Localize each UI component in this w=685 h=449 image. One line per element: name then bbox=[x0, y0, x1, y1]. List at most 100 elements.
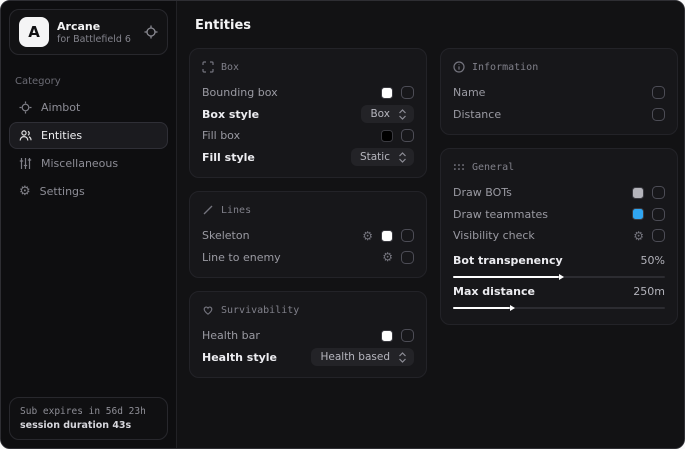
box-corners-icon bbox=[202, 61, 214, 73]
sidebar-item-settings[interactable]: ⚙ Settings bbox=[9, 178, 168, 205]
panel-survivability: Survivability Health bar Health style He… bbox=[189, 291, 427, 378]
panel-title: Box bbox=[221, 62, 239, 73]
setting-label: Line to enemy bbox=[202, 251, 281, 264]
checkbox[interactable] bbox=[652, 208, 665, 221]
sidebar-item-entities[interactable]: Entities bbox=[9, 122, 168, 149]
box-style-dropdown[interactable]: Box bbox=[361, 105, 414, 123]
page-title: Entities bbox=[195, 18, 678, 33]
setting-row-draw-bots: Draw BOTs bbox=[453, 182, 665, 204]
checkbox[interactable] bbox=[401, 251, 414, 264]
color-swatch[interactable] bbox=[381, 330, 393, 342]
checkbox[interactable] bbox=[652, 186, 665, 199]
app-meta: Arcane for Battlefield 6 bbox=[57, 20, 131, 45]
setting-label: Draw BOTs bbox=[453, 186, 512, 199]
grid-dots-icon bbox=[453, 161, 465, 173]
setting-label: Health style bbox=[202, 351, 277, 364]
setting-label: Bounding box bbox=[202, 86, 278, 99]
slider-value: 250m bbox=[633, 285, 665, 298]
setting-row-line-to-enemy: Line to enemy ⚙ bbox=[202, 247, 414, 269]
sidebar-item-miscellaneous[interactable]: Miscellaneous bbox=[9, 150, 168, 177]
info-icon bbox=[453, 61, 465, 73]
category-label: Category bbox=[15, 76, 162, 87]
main-content: Entities Box B bbox=[177, 1, 685, 448]
bot-transparency-group: Bot transpenency 50% bbox=[453, 253, 665, 278]
sidebar-item-label: Miscellaneous bbox=[41, 157, 118, 170]
users-icon bbox=[19, 129, 32, 142]
color-swatch[interactable] bbox=[632, 208, 644, 220]
fill-style-dropdown[interactable]: Static bbox=[351, 148, 414, 166]
subscription-card: Sub expires in 56d 23h session duration … bbox=[9, 397, 168, 440]
setting-row-visibility-check: Visibility check ⚙ bbox=[453, 225, 665, 247]
slider-label: Bot transpenency bbox=[453, 254, 563, 267]
crosshair-icon[interactable] bbox=[144, 25, 158, 39]
left-column: Box Bounding box Box style Box bbox=[189, 48, 427, 378]
chevron-up-down-icon bbox=[398, 352, 407, 363]
setting-label: Skeleton bbox=[202, 229, 250, 242]
gear-icon[interactable]: ⚙ bbox=[362, 230, 373, 242]
sidebar-item-label: Entities bbox=[41, 129, 82, 142]
dropdown-value: Box bbox=[370, 108, 390, 120]
app-window: A Arcane for Battlefield 6 Category bbox=[0, 0, 685, 449]
setting-row-skeleton: Skeleton ⚙ bbox=[202, 225, 414, 247]
app-name: Arcane bbox=[57, 20, 131, 33]
session-duration-text: session duration 43s bbox=[20, 420, 157, 431]
setting-label: Box style bbox=[202, 108, 259, 121]
sidebar: A Arcane for Battlefield 6 Category bbox=[1, 1, 177, 448]
app-header-card: A Arcane for Battlefield 6 bbox=[9, 9, 168, 55]
slider-fill bbox=[453, 276, 559, 278]
setting-row-draw-teammates: Draw teammates bbox=[453, 204, 665, 226]
sidebar-item-label: Aimbot bbox=[41, 101, 80, 114]
panel-title: General bbox=[472, 162, 514, 173]
setting-row-fill-box: Fill box bbox=[202, 125, 414, 147]
checkbox[interactable] bbox=[652, 229, 665, 242]
app-subtitle: for Battlefield 6 bbox=[57, 34, 131, 45]
setting-label: Distance bbox=[453, 108, 501, 121]
sidebar-item-aimbot[interactable]: Aimbot bbox=[9, 94, 168, 121]
sidebar-nav: Aimbot Entities Miscella bbox=[1, 94, 176, 205]
crosshair-icon bbox=[19, 101, 32, 114]
setting-row-health-bar: Health bar bbox=[202, 325, 414, 347]
checkbox[interactable] bbox=[401, 229, 414, 242]
diagonal-line-icon bbox=[202, 204, 214, 216]
max-distance-group: Max distance 250m bbox=[453, 284, 665, 309]
setting-label: Fill style bbox=[202, 151, 255, 164]
gear-icon[interactable]: ⚙ bbox=[382, 251, 393, 263]
setting-row-distance: Distance bbox=[453, 104, 665, 126]
checkbox[interactable] bbox=[401, 129, 414, 142]
sidebar-item-label: Settings bbox=[40, 185, 85, 198]
health-style-dropdown[interactable]: Health based bbox=[311, 348, 414, 366]
checkbox[interactable] bbox=[652, 108, 665, 121]
color-swatch[interactable] bbox=[381, 130, 393, 142]
checkbox[interactable] bbox=[401, 86, 414, 99]
setting-label: Visibility check bbox=[453, 229, 535, 242]
checkbox[interactable] bbox=[652, 86, 665, 99]
panel-general: General Draw BOTs Draw teammates bbox=[440, 148, 678, 325]
setting-row-box-style: Box style Box bbox=[202, 104, 414, 126]
dropdown-value: Static bbox=[360, 151, 390, 163]
checkbox[interactable] bbox=[401, 329, 414, 342]
heart-icon bbox=[202, 304, 214, 316]
setting-label: Health bar bbox=[202, 329, 260, 342]
panel-title: Survivability bbox=[221, 305, 299, 316]
app-logo: A bbox=[19, 17, 49, 47]
color-swatch[interactable] bbox=[381, 230, 393, 242]
setting-row-name: Name bbox=[453, 82, 665, 104]
chevron-up-down-icon bbox=[398, 109, 407, 120]
panel-title: Information bbox=[472, 62, 538, 73]
panel-information: Information Name Distance bbox=[440, 48, 678, 135]
right-column: Information Name Distance bbox=[440, 48, 678, 325]
setting-row-bounding-box: Bounding box bbox=[202, 82, 414, 104]
sub-expiry-text: Sub expires in 56d 23h bbox=[20, 406, 157, 417]
gear-icon[interactable]: ⚙ bbox=[633, 230, 644, 242]
setting-row-fill-style: Fill style Static bbox=[202, 147, 414, 169]
setting-label: Fill box bbox=[202, 129, 240, 142]
max-distance-slider[interactable] bbox=[453, 307, 665, 309]
chevron-up-down-icon bbox=[398, 152, 407, 163]
bot-transparency-slider[interactable] bbox=[453, 276, 665, 278]
color-swatch[interactable] bbox=[381, 87, 393, 99]
panel-box: Box Bounding box Box style Box bbox=[189, 48, 427, 178]
slider-fill bbox=[453, 307, 510, 309]
slider-value: 50% bbox=[641, 254, 665, 267]
color-swatch[interactable] bbox=[632, 187, 644, 199]
equalizer-icon bbox=[19, 157, 32, 170]
